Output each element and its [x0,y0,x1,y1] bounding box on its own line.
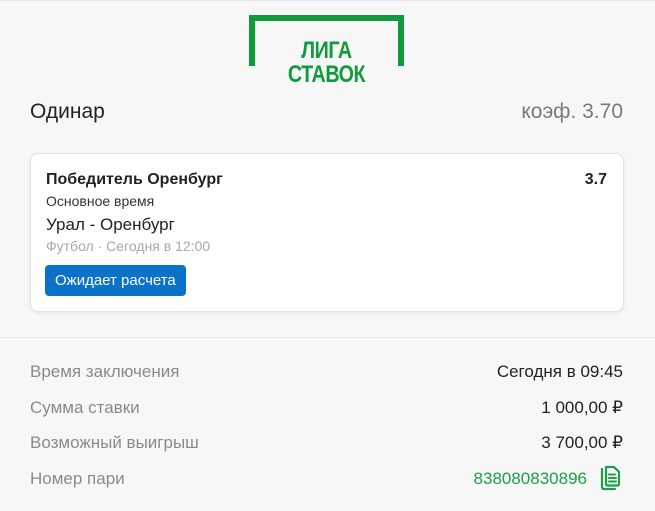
time-value: Сегодня в 09:45 [496,362,623,381]
copy-document-icon[interactable] [598,465,622,491]
selection-period: Основное время [46,193,155,209]
bet-id-value[interactable]: 838080830896 [474,469,587,489]
amount-label: Сумма ставки [30,398,140,417]
payout-value: 3 700,00 ₽ [541,433,623,452]
selection-outcome: Победитель Оренбург [46,171,223,188]
section-divider [0,337,655,338]
top-border [0,0,655,1]
selection-card: Победитель Оренбург 3.7 Основное время У… [30,153,624,312]
liga-stavok-logo: ЛИГА СТАВОК [249,15,404,87]
status-badge: Ожидает расчета [45,265,186,296]
match-meta: Футбол · Сегодня в 12:00 [46,238,211,254]
logo-text: ЛИГА СТАВОК [287,37,366,88]
time-label: Время заключения [30,362,180,381]
match-name: Урал - Оренбург [46,215,175,234]
payout-label: Возможный выигрыш [30,433,199,452]
selection-odd: 3.7 [584,171,607,188]
bet-type-title: Одинар [30,100,105,123]
amount-value: 1 000,00 ₽ [541,398,623,417]
bet-id-label: Номер пари [30,469,125,488]
total-coefficient: коэф. 3.70 [521,100,623,123]
